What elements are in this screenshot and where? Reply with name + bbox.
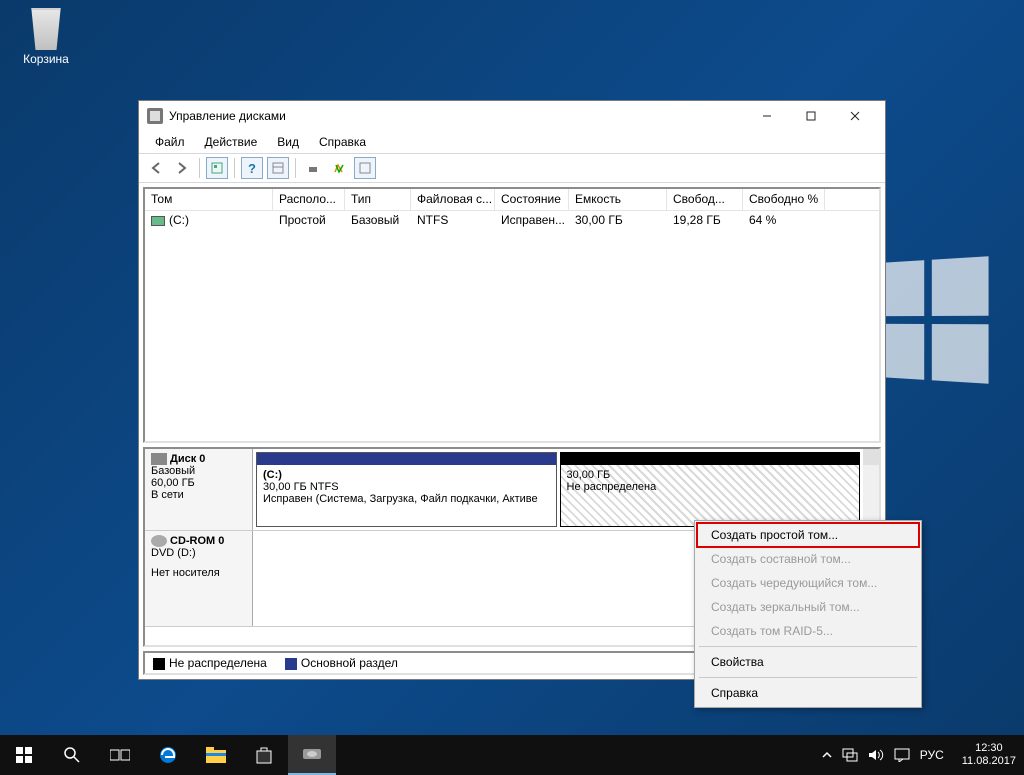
- app-icon: [147, 108, 163, 124]
- menu-item-new-mirrored-volume: Создать зеркальный том...: [697, 595, 919, 619]
- toolbar-button-3[interactable]: [328, 157, 350, 179]
- legend-label: Не распределена: [169, 656, 267, 670]
- nav-forward-button[interactable]: [171, 157, 193, 179]
- column-capacity[interactable]: Емкость: [569, 189, 667, 210]
- volume-free: 19,28 ГБ: [667, 211, 743, 229]
- menu-help[interactable]: Справка: [309, 133, 376, 151]
- menu-item-new-spanned-volume: Создать составной том...: [697, 547, 919, 571]
- disk-row-0: Диск 0 Базовый 60,00 ГБ В сети (C:) 30,0…: [145, 449, 863, 531]
- minimize-button[interactable]: [745, 102, 789, 130]
- menu-file[interactable]: Файл: [145, 133, 195, 151]
- store-icon[interactable]: [240, 735, 288, 775]
- volume-row[interactable]: (C:) Простой Базовый NTFS Исправен... 30…: [145, 211, 879, 229]
- partition-status: Не распределена: [567, 481, 854, 493]
- recycle-bin-icon: [25, 8, 67, 50]
- legend-swatch-primary: [285, 658, 297, 670]
- partition-unallocated[interactable]: 30,00 ГБ Не распределена: [560, 452, 861, 527]
- disk-name: Диск 0: [170, 453, 205, 465]
- search-button[interactable]: [48, 735, 96, 775]
- window-title: Управление дисками: [169, 109, 745, 123]
- edge-icon[interactable]: [144, 735, 192, 775]
- disk-type: Базовый: [151, 465, 246, 477]
- volume-type: Базовый: [345, 211, 411, 229]
- column-status[interactable]: Состояние: [495, 189, 569, 210]
- disk-status: В сети: [151, 489, 246, 501]
- clock-date: 11.08.2017: [962, 755, 1016, 768]
- task-view-button[interactable]: [96, 735, 144, 775]
- menu-item-new-raid5-volume: Создать том RAID-5...: [697, 619, 919, 643]
- menubar: Файл Действие Вид Справка: [139, 131, 885, 154]
- legend-swatch-unallocated: [153, 658, 165, 670]
- column-layout[interactable]: Располо...: [273, 189, 345, 210]
- menu-item-help[interactable]: Справка: [697, 681, 919, 705]
- menu-separator: [699, 646, 917, 647]
- action-center-icon[interactable]: [894, 748, 910, 762]
- recycle-bin-label: Корзина: [10, 52, 82, 66]
- cdrom-icon: [151, 535, 167, 547]
- volume-layout: Простой: [273, 211, 345, 229]
- properties-button[interactable]: [206, 157, 228, 179]
- nav-back-button[interactable]: [145, 157, 167, 179]
- menu-item-properties[interactable]: Свойства: [697, 650, 919, 674]
- menu-item-new-striped-volume: Создать чередующийся том...: [697, 571, 919, 595]
- partition-status: Исправен (Система, Загрузка, Файл подкач…: [263, 493, 550, 505]
- volume-list-header: Том Располо... Тип Файловая с... Состоян…: [145, 189, 879, 211]
- column-type[interactable]: Тип: [345, 189, 411, 210]
- volume-freepct: 64 %: [743, 211, 825, 229]
- toolbar-button-2[interactable]: [302, 157, 324, 179]
- start-button[interactable]: [0, 735, 48, 775]
- volume-fs: NTFS: [411, 211, 495, 229]
- recycle-bin-desktop-icon[interactable]: Корзина: [10, 8, 82, 66]
- disk-size: 60,00 ГБ: [151, 477, 246, 489]
- volume-icon[interactable]: [868, 748, 884, 762]
- menu-item-new-simple-volume[interactable]: Создать простой том...: [697, 523, 919, 547]
- menu-action[interactable]: Действие: [195, 133, 268, 151]
- disk-name: CD-ROM 0: [170, 535, 224, 547]
- volume-status: Исправен...: [495, 211, 569, 229]
- disk-management-taskbar-icon[interactable]: [288, 735, 336, 775]
- clock[interactable]: 12:30 11.08.2017: [954, 742, 1024, 768]
- menu-view[interactable]: Вид: [267, 133, 309, 151]
- volume-capacity: 30,00 ГБ: [569, 211, 667, 229]
- titlebar[interactable]: Управление дисками: [139, 101, 885, 131]
- partition-size: 30,00 ГБ: [567, 469, 854, 481]
- column-tom[interactable]: Том: [145, 189, 273, 210]
- column-free[interactable]: Свобод...: [667, 189, 743, 210]
- disk-icon: [151, 453, 167, 465]
- partition-name: (C:): [263, 469, 550, 481]
- volume-name: (C:): [169, 213, 189, 227]
- toolbar: ?: [139, 154, 885, 183]
- language-indicator[interactable]: РУС: [920, 748, 944, 762]
- close-button[interactable]: [833, 102, 877, 130]
- legend-label: Основной раздел: [301, 656, 398, 670]
- toolbar-button-4[interactable]: [354, 157, 376, 179]
- partition-c[interactable]: (C:) 30,00 ГБ NTFS Исправен (Система, За…: [256, 452, 557, 527]
- taskbar: РУС 12:30 11.08.2017: [0, 735, 1024, 775]
- volume-list[interactable]: Том Располо... Тип Файловая с... Состоян…: [143, 187, 881, 443]
- disk-info[interactable]: Диск 0 Базовый 60,00 ГБ В сети: [145, 449, 253, 530]
- column-fs[interactable]: Файловая с...: [411, 189, 495, 210]
- toolbar-button[interactable]: [267, 157, 289, 179]
- partition-size: 30,00 ГБ NTFS: [263, 481, 550, 493]
- disk-type: DVD (D:): [151, 547, 246, 559]
- clock-time: 12:30: [962, 742, 1016, 755]
- maximize-button[interactable]: [789, 102, 833, 130]
- windows-logo-bg: [874, 256, 989, 383]
- disk-info[interactable]: CD-ROM 0 DVD (D:) Нет носителя: [145, 531, 253, 626]
- menu-separator: [699, 677, 917, 678]
- context-menu: Создать простой том... Создать составной…: [694, 520, 922, 708]
- tray-chevron-up-icon[interactable]: [822, 750, 832, 760]
- network-icon[interactable]: [842, 748, 858, 762]
- column-freepct[interactable]: Свободно %: [743, 189, 825, 210]
- drive-icon: [151, 216, 165, 226]
- help-button[interactable]: ?: [241, 157, 263, 179]
- disk-status: Нет носителя: [151, 567, 246, 579]
- file-explorer-icon[interactable]: [192, 735, 240, 775]
- system-tray: РУС: [812, 748, 954, 762]
